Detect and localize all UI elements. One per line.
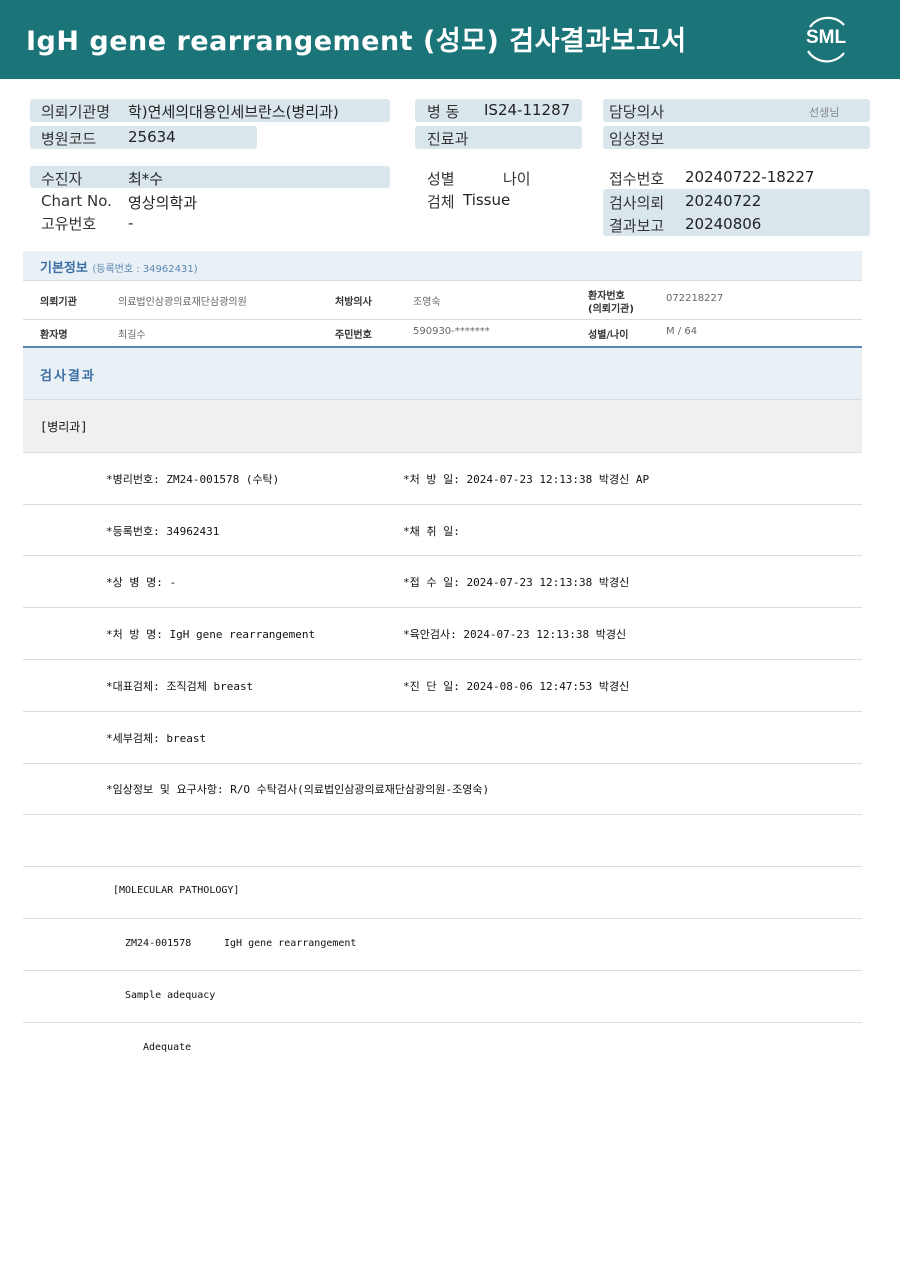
result-right: *접 수 일: 2024-07-23 12:13:38 박경신 <box>403 576 630 589</box>
divider <box>23 918 862 919</box>
divider <box>23 763 862 764</box>
receipt-value: 20240722-18227 <box>685 168 815 186</box>
sex-label: 성별 <box>427 170 455 188</box>
basic-inst-label: 의뢰기관 <box>40 297 77 308</box>
result-left: *등록번호: 34962431 <box>106 525 220 538</box>
clinical-label: 임상정보 <box>609 130 665 148</box>
basic-info-title: 기본정보 (등록번호 : 34962431) <box>40 257 198 276</box>
basic-patient-no-value: 072218227 <box>666 293 724 304</box>
dept-row <box>23 400 862 452</box>
result-left: *임상정보 및 요구사항: R/O 수탁검사(의료법인삼광의료재단삼광의원-조영… <box>106 783 490 796</box>
sml-logo: SML <box>800 13 852 65</box>
divider <box>23 711 862 712</box>
ward-label: 병 동 <box>427 103 460 121</box>
hospital-code-value: 25634 <box>128 128 176 146</box>
result-left: *대표검체: 조직검체 breast <box>106 680 254 693</box>
basic-patient-no-label-sub: (의뢰기관) <box>588 304 634 315</box>
sample-adequacy-label: Sample adequacy <box>125 990 216 1001</box>
molecular-test: IgH gene rearrangement <box>224 938 357 949</box>
report-date-value: 20240806 <box>685 215 762 233</box>
divider <box>23 659 862 660</box>
divider <box>23 607 862 608</box>
request-value: 20240722 <box>685 192 762 210</box>
result-right: *육안검사: 2024-07-23 12:13:38 박경신 <box>403 628 627 641</box>
ward-value: IS24-11287 <box>484 101 571 119</box>
divider <box>23 504 862 505</box>
patient-label: 수진자 <box>41 170 83 188</box>
patient-box <box>30 166 390 188</box>
patient-value: 최*수 <box>128 170 164 188</box>
basic-sexage-label: 성별/나이 <box>588 330 629 341</box>
basic-rrn-label: 주민번호 <box>335 330 372 341</box>
basic-prescriber-label: 처방의사 <box>335 297 372 308</box>
age-label: 나이 <box>503 170 531 188</box>
sample-adequacy-value: Adequate <box>143 1042 192 1053</box>
dept-label: 진료과 <box>427 130 469 148</box>
basic-name-label: 환자명 <box>40 330 68 341</box>
result-right: *진 단 일: 2024-08-06 12:47:53 박경신 <box>403 680 630 693</box>
molecular-id: ZM24-001578 <box>125 938 192 949</box>
institution-value: 학)연세의대용인세브란스(병리과) <box>128 103 339 121</box>
divider <box>23 866 862 867</box>
basic-inst-value: 의료법인삼광의료재단삼광의원 <box>118 297 247 308</box>
report-title: IgH gene rearrangement (성모) 검사결과보고서 <box>26 26 687 57</box>
uid-value: - <box>128 214 134 232</box>
divider <box>23 814 862 815</box>
logo-text: SML <box>805 27 847 48</box>
result-left: *상 병 명: - <box>106 576 177 589</box>
hospital-code-label: 병원코드 <box>41 130 97 148</box>
divider <box>23 452 862 453</box>
chart-label: Chart No. <box>41 192 112 210</box>
result-left: *세부검체: breast <box>106 732 207 745</box>
report-date-label: 결과보고 <box>609 217 665 235</box>
report-header: IgH gene rearrangement (성모) 검사결과보고서 SML <box>0 0 900 79</box>
result-left: *처 방 명: IgH gene rearrangement <box>106 628 316 641</box>
results-header <box>23 348 862 399</box>
specimen-value: Tissue <box>463 191 511 209</box>
institution-label: 의뢰기관명 <box>41 103 111 121</box>
request-label: 검사의뢰 <box>609 194 665 212</box>
result-left: *병리번호: ZM24-001578 (수탁) <box>106 473 280 486</box>
doctor-label: 담당의사 <box>609 103 665 121</box>
divider <box>23 970 862 971</box>
divider <box>23 319 862 320</box>
basic-prescriber-value: 조영숙 <box>413 297 441 308</box>
basic-name-value: 최길수 <box>118 330 146 341</box>
divider <box>23 280 862 281</box>
basic-info-subtitle: (등록번호 : 34962431) <box>92 264 198 275</box>
basic-rrn-value: 590930-******* <box>413 326 490 337</box>
molecular-title: [MOLECULAR PATHOLOGY] <box>113 885 240 896</box>
uid-label: 고유번호 <box>41 215 97 233</box>
results-dept: [병리과] <box>40 420 88 434</box>
divider <box>23 1022 862 1023</box>
basic-sexage-value: M / 64 <box>666 326 698 337</box>
results-title: 검사결과 <box>40 369 96 384</box>
specimen-label: 검체 <box>427 193 455 211</box>
result-right: *채 취 일: <box>403 525 460 538</box>
result-right: *처 방 일: 2024-07-23 12:13:38 박경신 AP <box>403 473 650 486</box>
receipt-label: 접수번호 <box>609 170 665 188</box>
doctor-suffix: 선생님 <box>809 106 840 119</box>
divider <box>23 555 862 556</box>
basic-info-title-text: 기본정보 <box>40 261 88 276</box>
chart-value: 영상의학과 <box>128 194 198 212</box>
